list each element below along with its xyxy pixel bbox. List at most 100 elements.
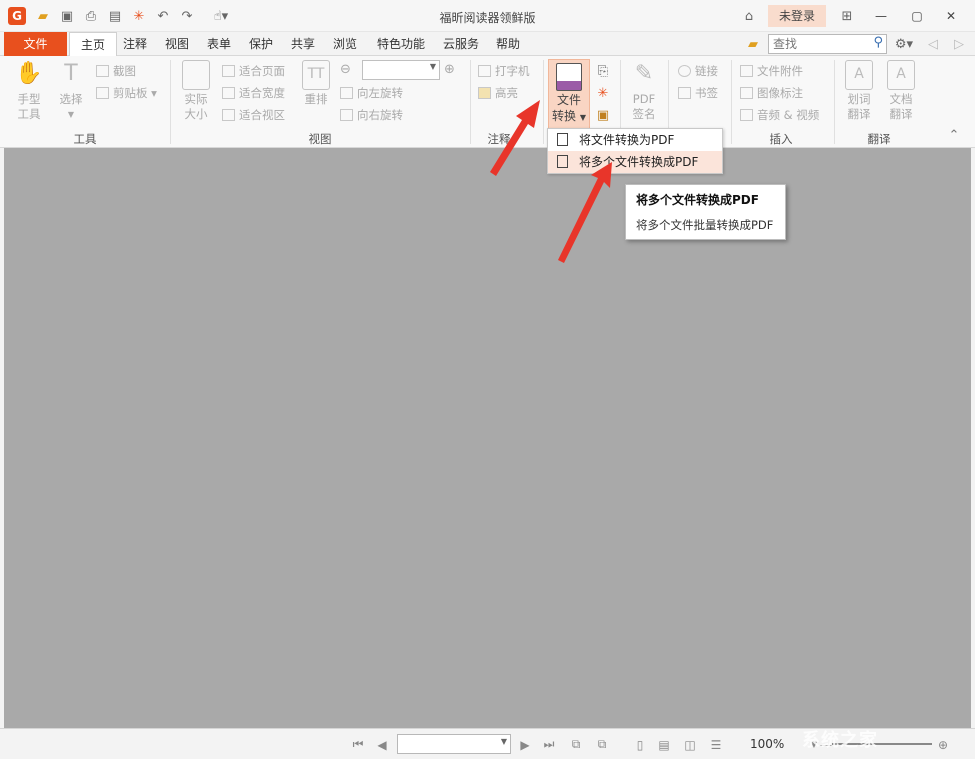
new-icon[interactable]: ✳ xyxy=(130,7,148,25)
divider xyxy=(543,60,544,144)
tab-share[interactable]: 共享 xyxy=(287,32,319,56)
scanner-icon[interactable]: ⎘ xyxy=(594,62,612,80)
close-button[interactable]: ✕ xyxy=(940,6,962,26)
globe-icon xyxy=(678,65,691,77)
multi-document-icon xyxy=(557,155,568,168)
tab-file[interactable]: 文件 xyxy=(4,32,67,56)
link-button[interactable]: 链接 xyxy=(678,62,718,80)
highlight-label: 高亮 xyxy=(495,86,518,100)
bookmark-button[interactable]: 书签 xyxy=(678,84,718,102)
fit-page-icon xyxy=(222,65,235,77)
rotate-right-label: 向右旋转 xyxy=(357,108,403,122)
clipboard-button[interactable]: 剪贴板 ▾ xyxy=(96,84,157,102)
fit-width-icon xyxy=(222,87,235,99)
reflow-icon: TT xyxy=(302,60,330,90)
rotate-right-button[interactable]: 向右旋转 xyxy=(340,106,403,124)
zoom-dropdown[interactable]: ▼ xyxy=(362,60,440,80)
zoom-in-icon[interactable]: ⊕ xyxy=(935,737,951,752)
hand-icon: ✋ xyxy=(15,61,43,86)
audio-video-button[interactable]: 音频 & 视频 xyxy=(740,106,819,124)
new-blank-icon[interactable]: ✳ xyxy=(594,84,612,102)
menu-item-batch-convert-to-pdf[interactable]: 将多个文件转换成PDF xyxy=(548,151,722,173)
login-button[interactable]: 未登录 xyxy=(768,5,826,27)
settings-icon[interactable]: ⚙▾ xyxy=(892,35,916,53)
save-icon[interactable]: ▣ xyxy=(58,7,76,25)
continuous-page-icon[interactable]: ▤ xyxy=(656,737,672,752)
minimize-button[interactable]: — xyxy=(870,6,892,26)
pen-icon: ✎ xyxy=(634,61,654,86)
tab-features[interactable]: 特色功能 xyxy=(372,32,430,56)
scan-icon[interactable]: ▤ xyxy=(106,7,124,25)
attachment-icon xyxy=(740,65,753,77)
select-tool-button[interactable]: T 选择 ▼ xyxy=(52,60,90,122)
group-label-annotate: 注释 xyxy=(487,132,511,146)
file-attachment-button[interactable]: 文件附件 xyxy=(740,62,803,80)
rotate-left-button[interactable]: 向左旋转 xyxy=(340,84,403,102)
zoom-out-icon[interactable]: ⊖ xyxy=(340,61,351,79)
word-translate-label: 划词 翻译 xyxy=(847,92,871,121)
go-back-icon[interactable]: ⧉ xyxy=(568,737,584,752)
link-label: 链接 xyxy=(695,64,718,78)
hand-tool-icon[interactable]: ☝▾ xyxy=(204,7,238,25)
pdf-sign-button[interactable]: ✎ PDF 签名 xyxy=(625,60,663,122)
last-page-icon[interactable]: ⏭ xyxy=(541,737,557,752)
rotate-right-icon xyxy=(340,109,353,121)
tab-help[interactable]: 帮助 xyxy=(492,32,524,56)
typewriter-button[interactable]: 打字机 xyxy=(478,62,530,80)
tab-home[interactable]: 主页 xyxy=(69,32,117,57)
grid-icon[interactable]: ⊞ xyxy=(838,7,856,25)
page-icon xyxy=(182,60,210,90)
image-annotation-button[interactable]: 图像标注 xyxy=(740,84,803,102)
prev-page-icon[interactable]: ◀ xyxy=(374,737,390,752)
typewriter-label: 打字机 xyxy=(495,64,530,78)
next-page-icon[interactable]: ▶ xyxy=(517,737,533,752)
search-field[interactable]: ⚲ xyxy=(768,34,887,54)
next-arrow-icon[interactable]: ▷ xyxy=(950,35,968,53)
word-translate-button[interactable]: A 划词 翻译 xyxy=(840,60,878,122)
zoom-in-icon[interactable]: ⊕ xyxy=(444,61,455,79)
zoom-level[interactable]: 100% xyxy=(750,737,784,751)
hand-tool-button[interactable]: ✋ 手型 工具 xyxy=(10,60,48,122)
fit-visible-button[interactable]: 适合视区 xyxy=(222,106,285,124)
tab-view[interactable]: 视图 xyxy=(161,32,193,56)
fit-page-button[interactable]: 适合页面 xyxy=(222,62,285,80)
screenshot-button[interactable]: 截图 xyxy=(96,62,136,80)
collapse-ribbon-icon[interactable]: ⌃ xyxy=(945,126,963,144)
prev-arrow-icon[interactable]: ◁ xyxy=(924,35,942,53)
doc-translate-label: 文档 翻译 xyxy=(889,92,913,121)
document-workspace[interactable] xyxy=(4,148,971,728)
print-icon[interactable]: ⎙ xyxy=(82,7,100,25)
page-number-input[interactable]: ▼ xyxy=(397,734,511,754)
actual-size-button[interactable]: 实际 大小 xyxy=(177,60,215,122)
fit-width-button[interactable]: 适合宽度 xyxy=(222,84,285,102)
search-icon[interactable]: ⚲ xyxy=(873,35,883,50)
file-convert-button[interactable]: 文件 转换 ▼ xyxy=(548,59,590,129)
reflow-button[interactable]: TT 重排 xyxy=(297,60,335,107)
folder-search-icon[interactable]: ▰ xyxy=(744,35,762,53)
first-page-icon[interactable]: ⏮ xyxy=(350,737,366,752)
undo-icon[interactable]: ↶ xyxy=(154,7,172,25)
tab-cloud[interactable]: 云服务 xyxy=(438,32,484,56)
search-input[interactable] xyxy=(769,35,864,53)
menu-item-convert-to-pdf[interactable]: 将文件转换为PDF xyxy=(548,129,722,151)
select-tool-label: 选择 xyxy=(59,92,83,106)
highlight-button[interactable]: 高亮 xyxy=(478,84,518,102)
open-folder-icon[interactable]: ▰ xyxy=(34,7,52,25)
restore-button[interactable]: ▢ xyxy=(906,6,928,26)
tab-annotate[interactable]: 注释 xyxy=(119,32,151,56)
doc-translate-button[interactable]: A 文档 翻译 xyxy=(882,60,920,122)
notification-icon[interactable]: ⌂ xyxy=(740,7,758,25)
tab-protect[interactable]: 保护 xyxy=(245,32,277,56)
document-icon xyxy=(557,133,568,146)
actual-size-label: 实际 大小 xyxy=(184,92,208,121)
facing-pages-icon[interactable]: ◫ xyxy=(682,737,698,752)
clipboard-create-icon[interactable]: ▣ xyxy=(594,106,612,124)
divider xyxy=(731,60,732,144)
redo-icon[interactable]: ↷ xyxy=(178,7,196,25)
single-page-icon[interactable]: ▯ xyxy=(632,737,648,752)
tab-form[interactable]: 表单 xyxy=(203,32,235,56)
menu-item-label: 将文件转换为PDF xyxy=(579,133,675,147)
go-forward-icon[interactable]: ⧉ xyxy=(594,737,610,752)
continuous-facing-icon[interactable]: ☰ xyxy=(708,737,724,752)
tab-browse[interactable]: 浏览 xyxy=(329,32,361,56)
